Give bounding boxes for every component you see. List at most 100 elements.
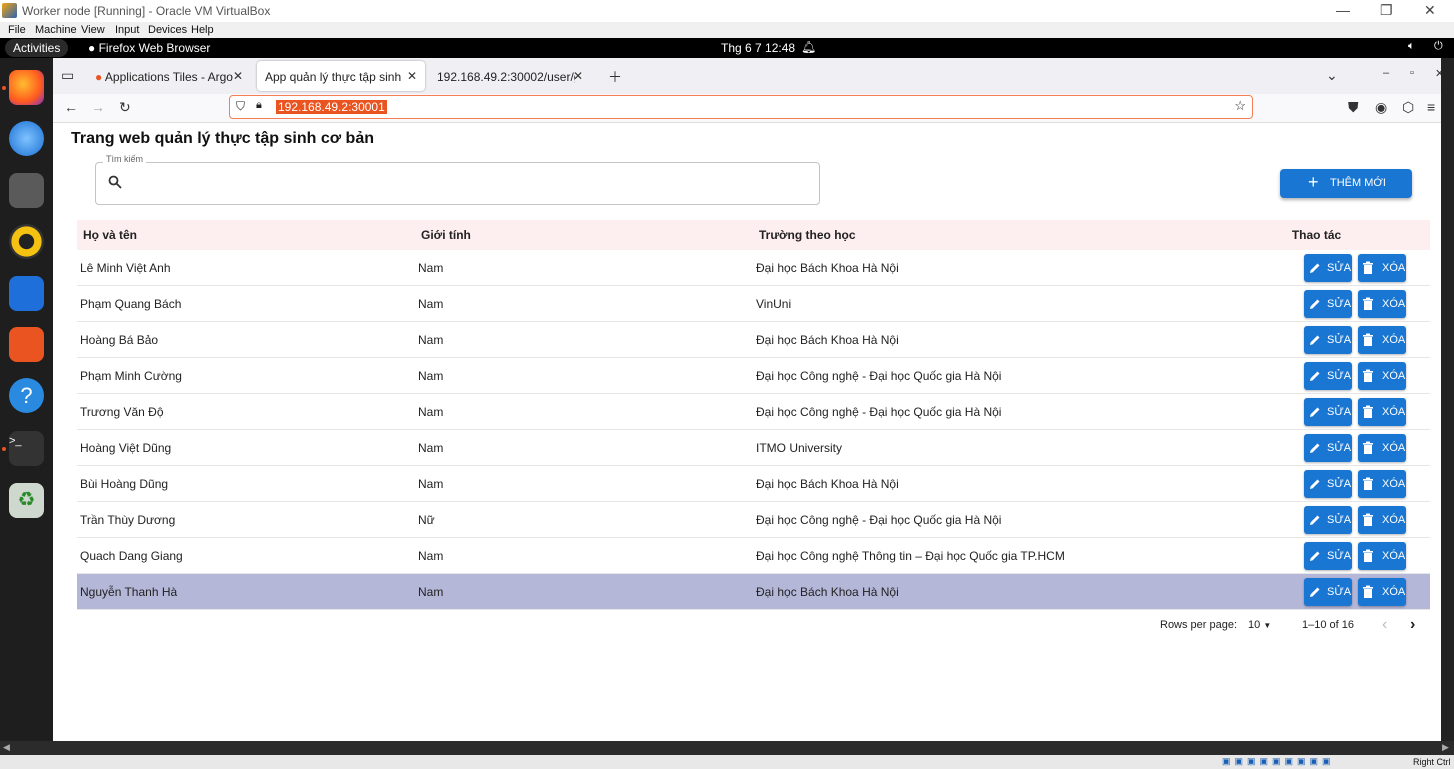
delete-button[interactable]: XÓA [1358, 397, 1406, 426]
plus-icon: + [1308, 172, 1319, 192]
table-row[interactable]: Phạm Quang Bách Nam VinUni SỬA XÓA [77, 285, 1430, 322]
vertical-scrollbar[interactable] [1441, 58, 1454, 741]
extensions-icon[interactable]: ⬡ [1402, 99, 1414, 116]
cell-school: VinUni [753, 285, 1203, 322]
activities-button[interactable]: Activities [5, 39, 69, 57]
scroll-left-icon[interactable]: ◀ [3, 742, 10, 753]
menu-machine[interactable]: Machine [35, 24, 77, 36]
writer-icon[interactable] [9, 276, 44, 311]
edit-button[interactable]: SỬA [1304, 505, 1352, 534]
delete-button[interactable]: XÓA [1358, 469, 1406, 498]
vbox-menu-bar: File Machine View Input Devices Help [0, 22, 1454, 38]
delete-button[interactable]: XÓA [1358, 289, 1406, 318]
prev-page-icon[interactable]: ‹ [1382, 616, 1387, 634]
close-icon[interactable]: ✕ [1424, 2, 1436, 19]
scroll-right-icon[interactable]: ▶ [1442, 742, 1449, 753]
delete-button[interactable]: XÓA [1358, 325, 1406, 354]
back-icon[interactable]: ← [64, 99, 78, 115]
rows-per-page-select[interactable]: 10 ▼ [1248, 619, 1271, 631]
tab-close-icon[interactable]: ✕ [233, 69, 243, 83]
tab-user-page[interactable]: 192.168.49.2:30002/user/ge ✕ [429, 61, 591, 91]
minimize-icon[interactable]: — [1336, 2, 1350, 18]
menu-input[interactable]: Input [115, 24, 139, 36]
edit-button[interactable]: SỬA [1304, 361, 1352, 390]
table-row[interactable]: Phạm Minh Cường Nam Đại học Công nghệ - Đạ… [77, 357, 1430, 394]
horizontal-scrollbar[interactable]: ◀ ▶ [0, 741, 1454, 755]
trash-icon [1362, 333, 1374, 350]
pocket-icon[interactable]: ⛊ [1348, 99, 1359, 116]
thunderbird-icon[interactable] [9, 121, 44, 156]
tab-close-icon[interactable]: ✕ [407, 69, 417, 83]
search-input[interactable] [95, 162, 820, 205]
menu-view[interactable]: View [81, 24, 105, 36]
delete-label: XÓA [1382, 405, 1406, 418]
app-center-icon[interactable] [9, 327, 44, 362]
tab-app-quan-ly[interactable]: App quản lý thực tập sinh ✕ [257, 61, 425, 91]
delete-button[interactable]: XÓA [1358, 505, 1406, 534]
table-row[interactable]: Bùi Hoàng Dũng Nam Đại học Bách Khoa Hà Nộ… [77, 465, 1430, 502]
table-row[interactable]: Quach Dang Giang Nam Đại học Công nghệ Thô… [77, 537, 1430, 574]
url-bar[interactable]: ⛉ 🔒︎ 192.168.49.2:30001 ☆ [229, 95, 1253, 119]
bookmark-star-icon[interactable]: ☆ [1234, 98, 1246, 114]
edit-button[interactable]: SỬA [1304, 541, 1352, 570]
dropdown-arrow-icon: ▼ [1263, 621, 1272, 630]
table-row[interactable]: Trương Văn Độ Nam Đại học Công nghệ - Đại … [77, 393, 1430, 430]
shield-icon[interactable]: ⛉ [236, 99, 245, 114]
next-page-icon[interactable]: › [1410, 616, 1415, 634]
edit-button[interactable]: SỬA [1304, 397, 1352, 426]
volume-icon[interactable]: 🔈︎ [1408, 40, 1415, 53]
edit-button[interactable]: SỬA [1304, 325, 1352, 354]
files-icon[interactable] [9, 173, 44, 208]
menu-icon[interactable]: ≡ [1427, 99, 1435, 115]
tab-list-chevron-icon[interactable]: ⌄ [1326, 67, 1338, 84]
menu-file[interactable]: File [8, 24, 26, 36]
edit-button[interactable]: SỬA [1304, 289, 1352, 318]
power-icon[interactable]: ⏻ [1434, 40, 1443, 53]
table-row[interactable]: Lê Minh Việt Anh Nam Đại học Bách Khoa Hà … [77, 250, 1430, 286]
table-row[interactable]: Trần Thùy Dương Nữ Đại học Công nghệ - Đại… [77, 501, 1430, 538]
menu-help[interactable]: Help [191, 24, 214, 36]
cell-gender: Nam [415, 321, 753, 358]
delete-button[interactable]: XÓA [1358, 361, 1406, 390]
reload-icon[interactable]: ↻ [119, 99, 131, 116]
delete-button[interactable]: XÓA [1358, 541, 1406, 570]
lock-icon[interactable]: 🔒︎ [256, 99, 262, 112]
forward-icon[interactable]: → [91, 99, 105, 115]
col-gender: Giới tính [415, 220, 753, 250]
new-tab-icon[interactable]: ＋ [608, 67, 622, 87]
ff-restore-icon[interactable]: ▫ [1410, 67, 1414, 79]
ff-minimize-icon[interactable]: – [1383, 67, 1389, 79]
firefox-icon[interactable] [9, 70, 44, 105]
status-device-icons[interactable]: ▣▣▣▣▣▣▣▣▣ [1222, 756, 1335, 767]
delete-button[interactable]: XÓA [1358, 253, 1406, 282]
cell-actions: SỬA XÓA [1203, 357, 1430, 394]
rhythmbox-icon[interactable] [9, 224, 44, 259]
col-actions: Thao tác [1203, 220, 1430, 250]
restore-icon[interactable]: ❐ [1380, 2, 1393, 19]
terminal-icon[interactable]: >_ [9, 431, 44, 466]
cell-actions: SỬA XÓA [1203, 573, 1430, 610]
table-row[interactable]: Hoàng Bá Bảo Nam Đại học Bách Khoa Hà Nội S… [77, 321, 1430, 358]
table-row[interactable]: Hoàng Việt Dũng Nam ITMO University SỬA XÓA [77, 429, 1430, 466]
edit-button[interactable]: SỬA [1304, 469, 1352, 498]
tab-applications-tiles[interactable]: ● Applications Tiles - Argo ✕ [89, 61, 251, 91]
help-icon[interactable]: ? [9, 378, 44, 413]
edit-button[interactable]: SỬA [1304, 577, 1352, 606]
table-row[interactable]: Nguyễn Thanh Hà Nam Đại học Bách Khoa Hà N… [77, 573, 1430, 610]
tab-close-icon[interactable]: ✕ [573, 69, 583, 83]
cell-name: Lê Minh Việt Anh [77, 250, 415, 286]
delete-button[interactable]: XÓA [1358, 577, 1406, 606]
edit-button[interactable]: SỬA [1304, 253, 1352, 282]
tab-overview-icon[interactable]: ▭ [61, 67, 74, 84]
url-text[interactable]: 192.168.49.2:30001 [276, 100, 387, 114]
account-icon[interactable]: ◉ [1375, 99, 1387, 116]
window-title: Worker node [Running] - Oracle VM Virtua… [22, 4, 271, 18]
edit-button[interactable]: SỬA [1304, 433, 1352, 462]
cell-actions: SỬA XÓA [1203, 465, 1430, 502]
menu-devices[interactable]: Devices [148, 24, 187, 36]
add-new-button[interactable]: + THÊM MỚI [1280, 169, 1412, 198]
trash-icon[interactable]: ♻ [9, 483, 44, 518]
app-menu[interactable]: ● Firefox Web Browser [88, 41, 210, 55]
delete-button[interactable]: XÓA [1358, 433, 1406, 462]
clock[interactable]: Thg 6 7 12:48 [721, 41, 795, 55]
